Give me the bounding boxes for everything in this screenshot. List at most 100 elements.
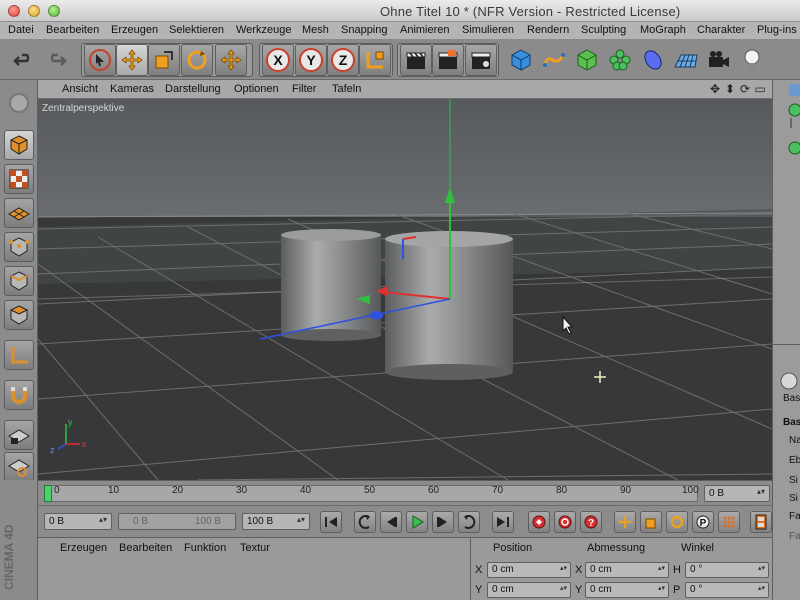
menu-erzeugen[interactable]: Erzeugen xyxy=(111,24,158,36)
start-frame-field[interactable]: 0 B ▴▾ xyxy=(44,513,112,530)
z-axis-lock-button[interactable]: Z xyxy=(327,44,359,76)
maximize-view-icon[interactable]: ▭ xyxy=(754,82,766,96)
zoom-view-icon[interactable]: ⬍ xyxy=(724,82,736,96)
previous-key-button[interactable] xyxy=(354,511,376,533)
viewport-menu-filter[interactable]: Filter xyxy=(292,83,316,95)
render-settings-button[interactable] xyxy=(465,44,497,76)
timeline-playhead[interactable] xyxy=(44,485,52,502)
position-y-field[interactable]: 0 cm ▴▾ xyxy=(487,582,571,598)
model-mode-button[interactable] xyxy=(4,130,34,160)
menu-werkzeuge[interactable]: Werkzeuge xyxy=(236,24,291,36)
redo-button[interactable] xyxy=(40,44,72,76)
key-position-button[interactable] xyxy=(614,511,636,533)
size-x-field[interactable]: 0 cm ▴▾ xyxy=(585,562,669,578)
x-axis-lock-button[interactable]: X xyxy=(262,44,294,76)
timeline-tick: 60 xyxy=(428,485,440,496)
auto-keying-button[interactable] xyxy=(554,511,576,533)
menu-snapping[interactable]: Snapping xyxy=(341,24,388,36)
cube-object-button[interactable] xyxy=(505,44,537,76)
play-button[interactable] xyxy=(406,511,428,533)
texture-mode-button[interactable] xyxy=(4,164,34,194)
scale-tool-button[interactable] xyxy=(148,44,180,76)
material-menu-textur[interactable]: Textur xyxy=(240,542,270,554)
select-tool-button[interactable] xyxy=(84,44,116,76)
y-axis-lock-button[interactable]: Y xyxy=(295,44,327,76)
key-pla-button[interactable] xyxy=(718,511,740,533)
menu-bearbeiten[interactable]: Bearbeiten xyxy=(46,24,99,36)
svg-text:P: P xyxy=(700,518,707,529)
key-rotation-button[interactable] xyxy=(666,511,688,533)
live-selection-button[interactable] xyxy=(215,44,247,76)
render-view-button[interactable] xyxy=(400,44,432,76)
rotation-h-field[interactable]: 0 ° ▴▾ xyxy=(685,562,769,578)
viewport-menu-kameras[interactable]: Kameras xyxy=(110,83,154,95)
menu-simulieren[interactable]: Simulieren xyxy=(462,24,514,36)
material-menu-funktion[interactable]: Funktion xyxy=(184,542,226,554)
menu-mograph[interactable]: MoGraph xyxy=(640,24,686,36)
move-tool-button[interactable] xyxy=(116,44,148,76)
nurbs-button[interactable] xyxy=(571,44,603,76)
end-frame-value: 100 B xyxy=(247,516,274,527)
keyframe-selection-button[interactable]: ? xyxy=(580,511,602,533)
undo-button[interactable] xyxy=(8,44,40,76)
mograph-cloner-button[interactable] xyxy=(604,44,636,76)
size-y-field[interactable]: 0 cm ▴▾ xyxy=(585,582,669,598)
workplane-mode-button[interactable] xyxy=(4,198,34,228)
menu-charakter[interactable]: Charakter xyxy=(697,24,745,36)
clapper-icon xyxy=(406,52,426,69)
material-menu-bearbeiten[interactable]: Bearbeiten xyxy=(119,542,172,554)
scene-floor-button[interactable] xyxy=(670,44,702,76)
key-parameter-button[interactable]: P xyxy=(692,511,714,533)
camera-button[interactable] xyxy=(703,44,735,76)
rotate-view-icon[interactable]: ⟳ xyxy=(739,82,751,96)
points-mode-button[interactable] xyxy=(4,232,34,262)
material-menu-erzeugen[interactable]: Erzeugen xyxy=(60,542,107,554)
render-region-button[interactable] xyxy=(432,44,464,76)
planar-workplane-button[interactable] xyxy=(4,452,34,482)
attribute-tab[interactable]: Bas xyxy=(783,393,800,404)
viewport-menu-optionen[interactable]: Optionen xyxy=(234,83,279,95)
z-axis-icon: Z xyxy=(331,48,355,72)
viewport-menu-tafeln[interactable]: Tafeln xyxy=(332,83,361,95)
menu-plugins[interactable]: Plug-ins xyxy=(757,24,797,36)
snapping-button[interactable] xyxy=(4,380,34,410)
record-position-button[interactable] xyxy=(528,511,550,533)
deformer-button[interactable] xyxy=(637,44,669,76)
range-slider[interactable]: 0 B 100 B xyxy=(118,513,236,530)
axis-mode-button[interactable] xyxy=(4,340,34,370)
next-key-icon xyxy=(464,515,476,529)
zoom-window-button[interactable] xyxy=(48,5,60,17)
rotate-tool-button[interactable] xyxy=(181,44,213,76)
timeline-window-button[interactable] xyxy=(750,511,772,533)
minimize-window-button[interactable] xyxy=(28,5,40,17)
light-button[interactable] xyxy=(736,44,768,76)
next-frame-button[interactable] xyxy=(432,511,454,533)
polygons-mode-button[interactable] xyxy=(4,300,34,330)
edges-mode-button[interactable] xyxy=(4,266,34,296)
pan-view-icon[interactable]: ✥ xyxy=(709,82,721,96)
current-frame-field[interactable]: 0 B ▴▾ xyxy=(704,485,770,502)
spline-button[interactable] xyxy=(538,44,570,76)
menu-sculpting[interactable]: Sculpting xyxy=(581,24,626,36)
close-window-button[interactable] xyxy=(8,5,20,17)
lock-workplane-button[interactable] xyxy=(4,420,34,450)
menu-selektieren[interactable]: Selektieren xyxy=(169,24,224,36)
parameter-key-icon: P xyxy=(696,515,710,529)
next-key-button[interactable] xyxy=(458,511,480,533)
menu-mesh[interactable]: Mesh xyxy=(302,24,329,36)
previous-frame-button[interactable] xyxy=(380,511,402,533)
key-scale-button[interactable] xyxy=(640,511,662,533)
viewport-menu-ansicht[interactable]: Ansicht xyxy=(62,83,98,95)
go-to-end-button[interactable] xyxy=(492,511,514,533)
3d-viewport[interactable]: y x z Zentralperspektive xyxy=(38,99,772,480)
end-frame-field[interactable]: 100 B ▴▾ xyxy=(242,513,310,530)
coordinate-system-button[interactable] xyxy=(359,44,391,76)
menu-datei[interactable]: Datei xyxy=(8,24,34,36)
rotation-p-field[interactable]: 0 ° ▴▾ xyxy=(685,582,769,598)
menu-animieren[interactable]: Animieren xyxy=(400,24,450,36)
position-x-field[interactable]: 0 cm ▴▾ xyxy=(487,562,571,578)
go-to-start-button[interactable] xyxy=(320,511,342,533)
menu-rendern[interactable]: Rendern xyxy=(527,24,569,36)
viewport-menu-darstellung[interactable]: Darstellung xyxy=(165,83,221,95)
attribute-row-visible-render: Si xyxy=(789,493,798,504)
